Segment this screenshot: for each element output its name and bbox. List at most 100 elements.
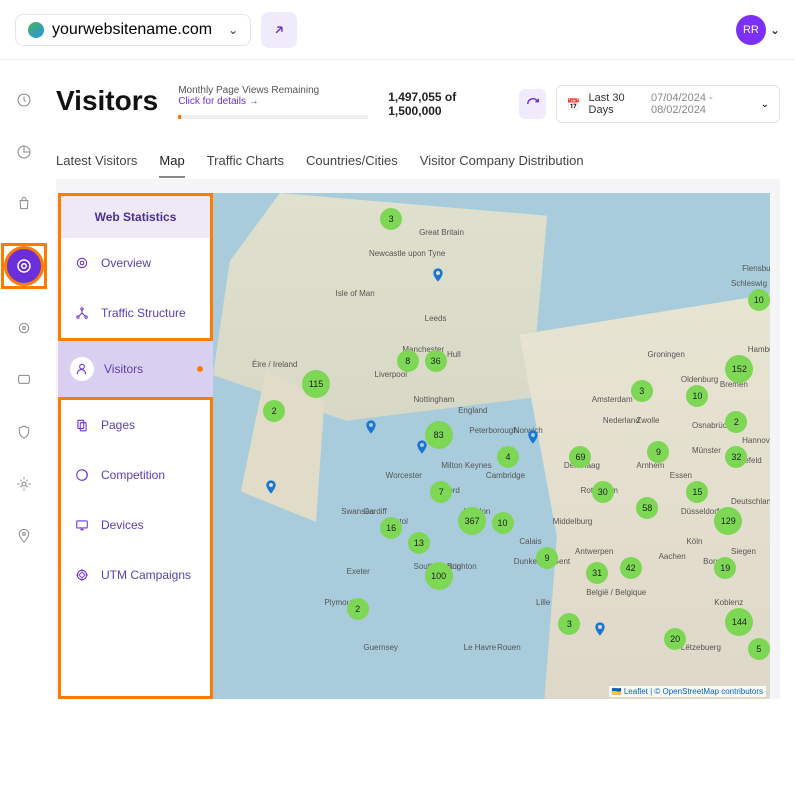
rail-dashboard-icon[interactable]	[14, 90, 34, 110]
map-cluster[interactable]: 115	[302, 370, 330, 398]
date-range-picker[interactable]: 📅 Last 30 Days 07/04/2024 - 08/02/2024 ⌄	[556, 85, 780, 123]
map-cluster[interactable]: 30	[592, 481, 614, 503]
map-cluster[interactable]: 129	[714, 507, 742, 535]
map-city-label: Köln	[686, 537, 702, 546]
map-city-label: Éire / Ireland	[252, 360, 297, 369]
map-cluster[interactable]: 367	[458, 507, 486, 535]
panel-item-pages[interactable]: Pages	[61, 400, 210, 450]
rail-shield-icon[interactable]	[14, 422, 34, 442]
map-city-label: Hannover	[742, 436, 770, 445]
map-cluster[interactable]: 13	[408, 532, 430, 554]
map-city-label: Le Havre	[464, 643, 496, 652]
map-city-label: Newcastle upon Tyne	[369, 249, 445, 258]
user-icon	[70, 357, 94, 381]
campaign-icon	[73, 566, 91, 584]
map-city-label: Groningen	[647, 350, 684, 359]
map-cluster[interactable]: 5	[748, 638, 770, 660]
rail-target-icon[interactable]	[14, 318, 34, 338]
panel-item-competition[interactable]: Competition	[61, 450, 210, 500]
icon-rail	[0, 60, 48, 795]
target-icon	[73, 254, 91, 272]
map-city-label: Guernsey	[363, 643, 398, 652]
quota-details-link[interactable]: Click for details →	[178, 96, 259, 107]
map-city-label: Cardiff	[363, 507, 386, 516]
map-city-label: Schleswig	[731, 279, 767, 288]
rail-gear-icon[interactable]	[14, 474, 34, 494]
map-city-label: Middelburg	[553, 517, 593, 526]
rail-webstats-icon[interactable]	[4, 246, 44, 286]
map-city-label: Peterborough	[469, 426, 517, 435]
map-pin[interactable]	[414, 436, 430, 458]
globe-icon	[28, 22, 44, 38]
map-cluster[interactable]: 10	[492, 512, 514, 534]
map-city-label: Siegen	[731, 547, 756, 556]
quota-progress-bar	[178, 115, 368, 119]
panel-item-traffic-structure[interactable]: Traffic Structure	[61, 288, 210, 338]
page-title: Visitors	[56, 85, 158, 117]
panel-item-utm[interactable]: UTM Campaigns	[61, 550, 210, 600]
panel-label: UTM Campaigns	[101, 568, 191, 582]
rail-chart-icon[interactable]	[14, 142, 34, 162]
map-cluster[interactable]: 58	[636, 497, 658, 519]
panel-label: Visitors	[104, 362, 143, 376]
map-city-label: Nottingham	[414, 395, 455, 404]
quota-value: 1,497,055 of 1,500,000	[388, 90, 499, 118]
tab-traffic-charts[interactable]: Traffic Charts	[207, 153, 284, 178]
map-cluster[interactable]: 8	[397, 350, 419, 372]
panel-label: Devices	[101, 518, 144, 532]
tab-visitor-company[interactable]: Visitor Company Distribution	[420, 153, 584, 178]
rail-bag-icon[interactable]	[14, 194, 34, 214]
quota-label: Monthly Page Views Remaining	[178, 85, 368, 96]
map-cluster[interactable]: 3	[631, 380, 653, 402]
tab-countries-cities[interactable]: Countries/Cities	[306, 153, 398, 178]
rail-location-icon[interactable]	[14, 526, 34, 546]
map-cluster[interactable]: 2	[725, 411, 747, 433]
user-avatar[interactable]: RR	[736, 15, 766, 45]
map-pin[interactable]	[592, 618, 608, 640]
map-city-label: Amsterdam	[592, 395, 633, 404]
map-cluster[interactable]: 100	[425, 562, 453, 590]
map-city-label: Zwolle	[636, 416, 659, 425]
map-city-label: Lille	[536, 598, 550, 607]
map-city-label: België / Belgique	[586, 588, 646, 597]
visitor-map[interactable]: 🇺🇦 Leaflet | © OpenStreetMap contributor…	[213, 193, 770, 699]
map-attribution[interactable]: 🇺🇦 Leaflet | © OpenStreetMap contributor…	[609, 686, 766, 697]
map-city-label: Hull	[447, 350, 461, 359]
rail-chat-icon[interactable]	[14, 370, 34, 390]
panel-label: Traffic Structure	[101, 306, 186, 320]
map-city-label: Leeds	[425, 314, 447, 323]
tab-map[interactable]: Map	[159, 153, 184, 178]
map-city-label: Flensburg	[742, 264, 770, 273]
date-range: 07/04/2024 - 08/02/2024	[651, 92, 753, 116]
tabs: Latest Visitors Map Traffic Charts Count…	[56, 153, 780, 179]
tab-latest-visitors[interactable]: Latest Visitors	[56, 153, 137, 178]
map-city-label: Aachen	[659, 552, 686, 561]
panel-label: Overview	[101, 256, 151, 270]
map-pin[interactable]	[430, 264, 446, 286]
map-city-label: Nederland	[603, 416, 640, 425]
map-cluster[interactable]: 2	[347, 598, 369, 620]
refresh-button[interactable]	[519, 89, 545, 119]
map-cluster[interactable]: 36	[425, 350, 447, 372]
quota-block: Monthly Page Views Remaining Click for d…	[178, 85, 368, 119]
map-pin[interactable]	[525, 426, 541, 448]
map-cluster[interactable]: 7	[430, 481, 452, 503]
external-link-icon	[272, 23, 286, 37]
map-cluster[interactable]: 16	[380, 517, 402, 539]
map-city-label: Deutschland	[731, 497, 770, 506]
map-pin[interactable]	[363, 416, 379, 438]
topbar: yourwebsitename.com ⌄ RR ⌄	[0, 0, 795, 60]
map-city-label: Great Britain	[419, 228, 464, 237]
website-selector[interactable]: yourwebsitename.com ⌄	[15, 14, 251, 46]
panel-item-visitors[interactable]: Visitors	[58, 338, 213, 400]
panel-item-devices[interactable]: Devices	[61, 500, 210, 550]
map-city-label: Lëtzebuerg	[681, 643, 721, 652]
map-cluster[interactable]: 4	[497, 446, 519, 468]
map-cluster[interactable]: 42	[620, 557, 642, 579]
map-pin[interactable]	[263, 476, 279, 498]
map-city-label: Oldenburg	[681, 375, 718, 384]
panel-item-overview[interactable]: Overview	[61, 238, 210, 288]
map-cluster[interactable]: 10	[748, 289, 770, 311]
date-label: Last 30 Days	[589, 92, 643, 116]
open-external-button[interactable]	[261, 12, 297, 48]
